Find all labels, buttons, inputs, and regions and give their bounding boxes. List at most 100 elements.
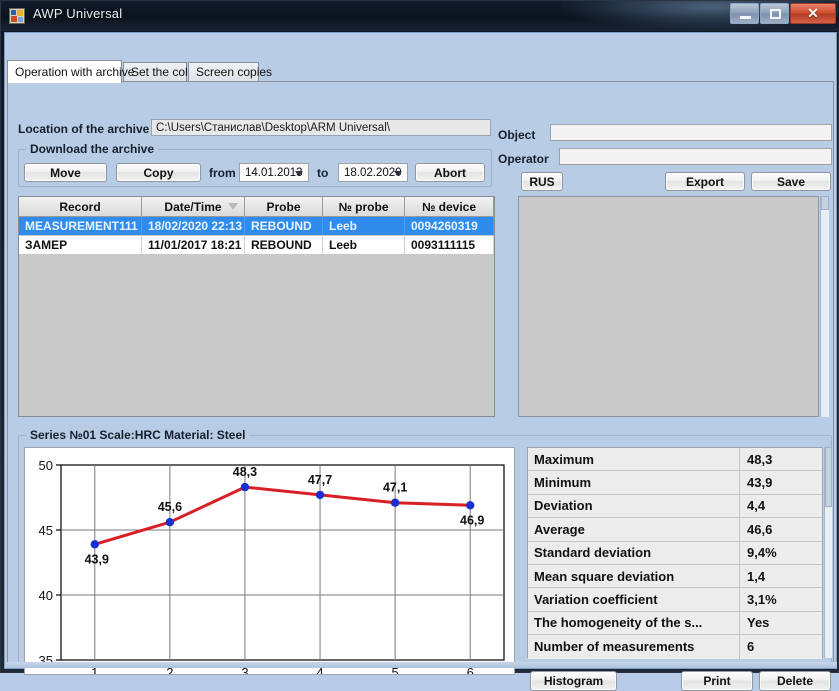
column-header-datetime[interactable]: Date/Time xyxy=(142,197,245,216)
stat-row: Deviation 4,4 xyxy=(528,494,822,519)
stat-value: 1,4 xyxy=(740,564,822,588)
preview-panel xyxy=(518,196,819,417)
minimize-icon xyxy=(740,16,751,19)
records-table-header: Record Date/Time Probe № probe № device xyxy=(19,197,494,217)
stat-row: Variation coefficient 3,1% xyxy=(528,588,822,612)
stat-row: Standard deviation 9,4% xyxy=(528,541,822,565)
to-date-picker[interactable]: 18.02.2020 xyxy=(338,163,408,182)
from-date-value: 14.01.2013 xyxy=(245,166,303,179)
column-header-device-number[interactable]: № device xyxy=(405,197,494,216)
column-header-label: Date/Time xyxy=(164,199,222,214)
column-header-record[interactable]: Record xyxy=(19,197,142,216)
from-date-picker[interactable]: 14.01.2013 xyxy=(239,163,309,182)
stat-value: 43,9 xyxy=(740,471,822,494)
stat-row: Average 46,6 xyxy=(528,518,822,542)
status-bar xyxy=(6,662,837,668)
print-button[interactable]: Print xyxy=(681,671,753,691)
tab-strip: Operation with archive Set the color Scr… xyxy=(7,60,834,83)
histogram-button[interactable]: Histogram xyxy=(530,671,617,691)
series-title: Series №01 Scale:HRC Material: Steel xyxy=(26,428,250,442)
stat-value: 9,4% xyxy=(740,541,822,564)
column-header-probe[interactable]: Probe xyxy=(245,197,323,216)
preview-panel-scrollbar[interactable] xyxy=(820,196,829,417)
cell-datetime: 18/02/2020 22:13 xyxy=(142,217,245,235)
tab-label: Operation with archive xyxy=(15,65,135,79)
operator-input[interactable] xyxy=(559,148,832,165)
stat-value: Yes xyxy=(740,611,822,635)
svg-text:46,9: 46,9 xyxy=(460,513,484,527)
object-label: Object xyxy=(498,128,536,142)
client-area: Operation with archive Set the color Scr… xyxy=(4,32,837,691)
operator-label: Operator xyxy=(498,152,549,166)
cell-device-number: 0094260319 xyxy=(405,217,494,235)
cell-datetime: 11/01/2017 18:21 xyxy=(142,236,245,254)
stat-key: Average xyxy=(528,518,740,541)
copy-button[interactable]: Copy xyxy=(116,163,201,182)
stat-key: Standard deviation xyxy=(528,541,740,564)
save-button[interactable]: Save xyxy=(751,172,831,191)
statistics-scrollbar[interactable] xyxy=(824,447,832,658)
to-label: to xyxy=(317,166,329,180)
abort-button[interactable]: Abort xyxy=(415,163,485,182)
cell-probe: REBOUND xyxy=(245,236,323,254)
stat-key: Deviation xyxy=(528,494,740,518)
tab-screen-copies[interactable]: Screen copies xyxy=(188,62,272,82)
maximize-icon xyxy=(770,9,781,19)
stat-value: 4,4 xyxy=(740,494,822,518)
export-button[interactable]: Export xyxy=(665,172,745,191)
application-window: AWP Universal ✕ Operation with archive S… xyxy=(0,0,839,691)
table-row[interactable]: ЗАМЕР 11/01/2017 18:21 REBOUND Leeb 0093… xyxy=(19,236,494,255)
from-label: from xyxy=(209,166,236,180)
window-title: AWP Universal xyxy=(33,6,123,21)
location-of-archive-label: Location of the archive xyxy=(18,122,150,136)
column-header-probe-number[interactable]: № probe xyxy=(323,197,405,216)
table-row[interactable]: MEASUREMENT111 18/02/2020 22:13 REBOUND … xyxy=(19,217,494,236)
cell-probe: REBOUND xyxy=(245,217,323,235)
title-bar: AWP Universal ✕ xyxy=(1,1,839,31)
statistics-table: Maximum 48,3 Minimum 43,9 Deviation 4,4 … xyxy=(527,447,823,659)
rus-language-button[interactable]: RUS xyxy=(521,172,563,191)
svg-text:50: 50 xyxy=(39,458,53,473)
archive-location-input[interactable]: C:\Users\Станислав\Desktop\ARM Universal… xyxy=(151,119,491,136)
close-icon: ✕ xyxy=(807,5,819,21)
close-button[interactable]: ✕ xyxy=(790,3,836,24)
svg-text:47,7: 47,7 xyxy=(308,473,332,487)
tab-operation-with-archive[interactable]: Operation with archive xyxy=(7,60,134,83)
stat-key: Minimum xyxy=(528,471,740,494)
object-input[interactable] xyxy=(550,124,832,141)
measurement-chart[interactable]: 35 40 45 50 1 2 3 4 5 6 43,9 45,6 48,3 47,7 47,1 46,9 xyxy=(24,447,515,675)
minimize-button[interactable] xyxy=(730,3,759,24)
download-archive-group-title: Download the archive xyxy=(26,142,159,156)
cell-record: MEASUREMENT111 xyxy=(19,217,142,235)
scrollbar-thumb[interactable] xyxy=(825,447,832,507)
stat-key: The homogeneity of the s... xyxy=(528,611,740,635)
cell-probe-number: Leeb xyxy=(323,217,405,235)
stat-value: 3,1% xyxy=(740,588,822,611)
chevron-down-icon xyxy=(295,170,303,176)
maximize-button[interactable] xyxy=(760,3,789,24)
svg-text:45: 45 xyxy=(39,523,53,538)
scrollbar-thumb[interactable] xyxy=(821,196,829,210)
stat-row: The homogeneity of the s... Yes xyxy=(528,611,822,636)
sort-descending-icon xyxy=(228,203,238,210)
svg-text:48,3: 48,3 xyxy=(233,465,257,479)
delete-button[interactable]: Delete xyxy=(759,671,831,691)
move-button[interactable]: Move xyxy=(24,163,107,182)
stat-value: 48,3 xyxy=(740,448,822,471)
stat-row: Number of measurements 6 xyxy=(528,635,822,659)
stat-key: Maximum xyxy=(528,448,740,471)
to-date-value: 18.02.2020 xyxy=(344,166,402,179)
svg-text:40: 40 xyxy=(39,588,53,603)
records-table[interactable]: Record Date/Time Probe № probe № device … xyxy=(18,196,495,417)
chart-canvas: 354045501 2 3 4 5 643,945,648,347,747,146,9 xyxy=(39,458,505,674)
svg-text:43,9: 43,9 xyxy=(85,552,109,566)
cell-device-number: 0093111115 xyxy=(405,236,494,254)
chevron-down-icon xyxy=(394,170,402,176)
cell-record: ЗАМЕР xyxy=(19,236,142,254)
cell-probe-number: Leeb xyxy=(323,236,405,254)
tab-label: Screen copies xyxy=(196,65,273,79)
stat-key: Number of measurements xyxy=(528,635,740,659)
svg-text:47,1: 47,1 xyxy=(383,481,407,495)
stat-row: Maximum 48,3 xyxy=(528,448,822,472)
stat-key: Variation coefficient xyxy=(528,588,740,611)
